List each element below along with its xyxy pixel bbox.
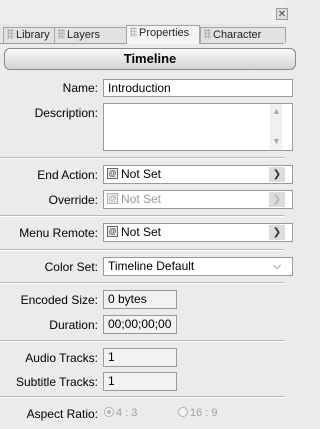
encoded-size-label: Encoded Size: [20, 293, 98, 307]
divider [0, 282, 284, 284]
link-chip-icon: @ [107, 193, 118, 204]
tab-properties[interactable]: Properties [126, 25, 200, 44]
tab-bar: Library Layers Properties Character [0, 24, 286, 44]
divider [0, 340, 284, 342]
arrow-right-icon[interactable]: ❯ [269, 167, 285, 182]
aspect-ratio-label: Aspect Ratio: [26, 407, 98, 421]
link-chip-icon: @ [107, 168, 118, 179]
description-field[interactable] [103, 103, 293, 151]
end-action-select[interactable]: @ Not Set ❯ [103, 165, 293, 184]
encoded-size-value: 0 bytes [103, 290, 177, 309]
menu-remote-select[interactable]: @ Not Set ❯ [103, 223, 293, 242]
radio-selected-icon [104, 407, 114, 417]
scroll-down-icon[interactable]: ▼ [272, 136, 281, 146]
audio-tracks-value: 1 [103, 348, 177, 367]
description-scrollbar[interactable]: ▲ ▼ [270, 104, 282, 150]
aspect-ratio-option-4-3[interactable]: 4 : 3 [104, 407, 137, 419]
tab-library[interactable]: Library [3, 27, 56, 43]
divider [0, 249, 284, 251]
tab-character[interactable]: Character [200, 27, 286, 43]
grip-icon [130, 27, 137, 37]
audio-tracks-label: Audio Tracks: [25, 351, 98, 365]
close-icon[interactable]: ✕ [276, 8, 288, 20]
aspect-ratio-option-16-9[interactable]: 16 : 9 [178, 407, 218, 419]
grip-icon [58, 29, 65, 39]
menu-remote-label: Menu Remote: [19, 226, 98, 240]
name-label: Name: [62, 81, 98, 95]
end-action-label: End Action: [37, 168, 98, 182]
duration-label: Duration: [49, 318, 98, 332]
override-select[interactable]: @ Not Set ❯ [103, 190, 293, 209]
panel-top-strip: ✕ [0, 0, 288, 24]
panel-title: Timeline [4, 48, 296, 70]
link-chip-icon: @ [107, 226, 118, 237]
grip-icon [204, 29, 211, 39]
divider [0, 396, 284, 398]
description-label: Description: [34, 106, 98, 120]
subtitle-tracks-label: Subtitle Tracks: [15, 375, 98, 389]
chevron-down-icon[interactable]: ⌵ [269, 259, 285, 274]
radio-unselected-icon [178, 407, 188, 417]
duration-value: 00;00;00;00 [103, 315, 177, 334]
tab-layers[interactable]: Layers [54, 27, 129, 43]
divider [0, 157, 284, 159]
scroll-up-icon[interactable]: ▲ [272, 106, 281, 116]
name-field[interactable]: Introduction [103, 79, 293, 97]
override-label: Override: [48, 193, 98, 207]
color-set-label: Color Set: [44, 260, 98, 274]
arrow-right-icon[interactable]: ❯ [269, 192, 285, 207]
color-set-dropdown[interactable]: Timeline Default ⌵ [103, 257, 293, 276]
arrow-right-icon[interactable]: ❯ [269, 225, 285, 240]
subtitle-tracks-value: 1 [103, 372, 177, 391]
grip-icon [7, 29, 14, 39]
divider [0, 215, 284, 217]
